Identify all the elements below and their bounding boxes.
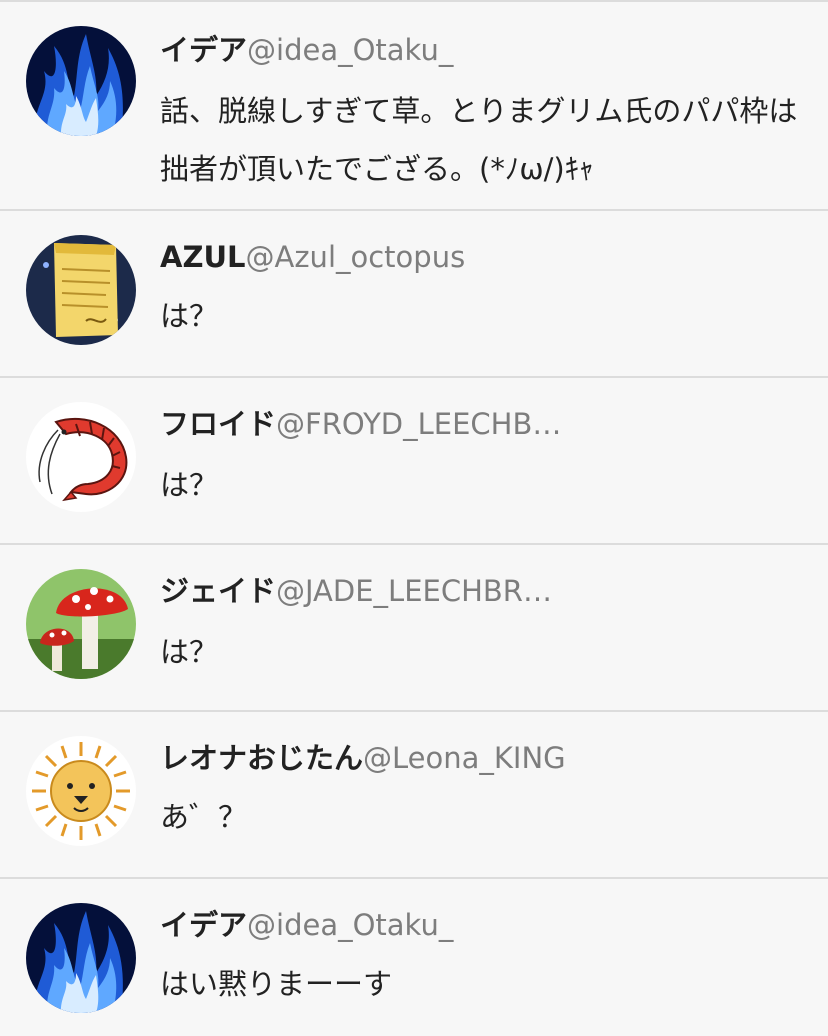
- blue-flame-icon: [26, 903, 136, 1013]
- avatar[interactable]: [26, 26, 136, 136]
- display-name[interactable]: イデア: [160, 33, 247, 67]
- tweet-text: は？: [160, 635, 219, 669]
- user-handle[interactable]: @JADE_LEECHBR…: [276, 574, 552, 608]
- tweet-text: あ゛？: [160, 800, 248, 834]
- tweet-header: AZUL@Azul_octopus: [160, 237, 465, 277]
- avatar[interactable]: [26, 903, 136, 1013]
- avatar[interactable]: [26, 235, 136, 345]
- avatar[interactable]: [26, 569, 136, 679]
- user-handle[interactable]: @Azul_octopus: [246, 240, 466, 274]
- tweet-item[interactable]: レオナおじたん@Leona_KING あ゛？: [0, 712, 828, 879]
- tweet-item[interactable]: ジェイド@JADE_LEECHBR… は？: [0, 545, 828, 712]
- avatar[interactable]: [26, 736, 136, 846]
- tweet-item[interactable]: フロイド@FROYD_LEECHB… は？: [0, 378, 828, 545]
- tweet-header: ジェイド@JADE_LEECHBR…: [160, 571, 552, 611]
- contract-scroll-icon: [26, 235, 136, 345]
- blue-flame-icon: [26, 26, 136, 136]
- display-name[interactable]: レオナおじたん: [160, 741, 363, 775]
- lion-icon: [26, 736, 136, 846]
- display-name[interactable]: フロイド: [160, 407, 276, 441]
- display-name[interactable]: ジェイド: [160, 574, 276, 608]
- tweet-text: はい黙りまーーす: [160, 967, 393, 1001]
- tweet-item[interactable]: AZUL@Azul_octopus は？: [0, 211, 828, 378]
- shrimp-icon: [26, 402, 136, 512]
- user-handle[interactable]: @idea_Otaku_: [247, 908, 453, 942]
- tweet-item[interactable]: イデア@idea_Otaku_ はい黙りまーーす: [0, 879, 828, 1036]
- tweet-text: 話、脱線しすぎて草。とりまグリム氏のパパ枠は拙者が頂いたでござる。(*ﾉω/)ｷ…: [160, 94, 798, 186]
- tweet-feed: イデア@idea_Otaku_ 話、脱線しすぎて草。とりまグリム氏のパパ枠は拙者…: [0, 0, 828, 1036]
- tweet-header: イデア@idea_Otaku_: [160, 30, 453, 70]
- mushroom-icon: [26, 569, 136, 679]
- tweet-item[interactable]: イデア@idea_Otaku_ 話、脱線しすぎて草。とりまグリム氏のパパ枠は拙者…: [0, 2, 828, 211]
- tweet-header: フロイド@FROYD_LEECHB…: [160, 404, 561, 444]
- display-name[interactable]: AZUL: [160, 240, 246, 274]
- tweet-header: イデア@idea_Otaku_: [160, 905, 453, 945]
- user-handle[interactable]: @idea_Otaku_: [247, 33, 453, 67]
- tweet-header: レオナおじたん@Leona_KING: [160, 738, 566, 778]
- display-name[interactable]: イデア: [160, 908, 247, 942]
- user-handle[interactable]: @FROYD_LEECHB…: [276, 407, 561, 441]
- avatar[interactable]: [26, 402, 136, 512]
- tweet-text: は？: [160, 299, 219, 333]
- tweet-text: は？: [160, 468, 219, 502]
- user-handle[interactable]: @Leona_KING: [363, 741, 566, 775]
